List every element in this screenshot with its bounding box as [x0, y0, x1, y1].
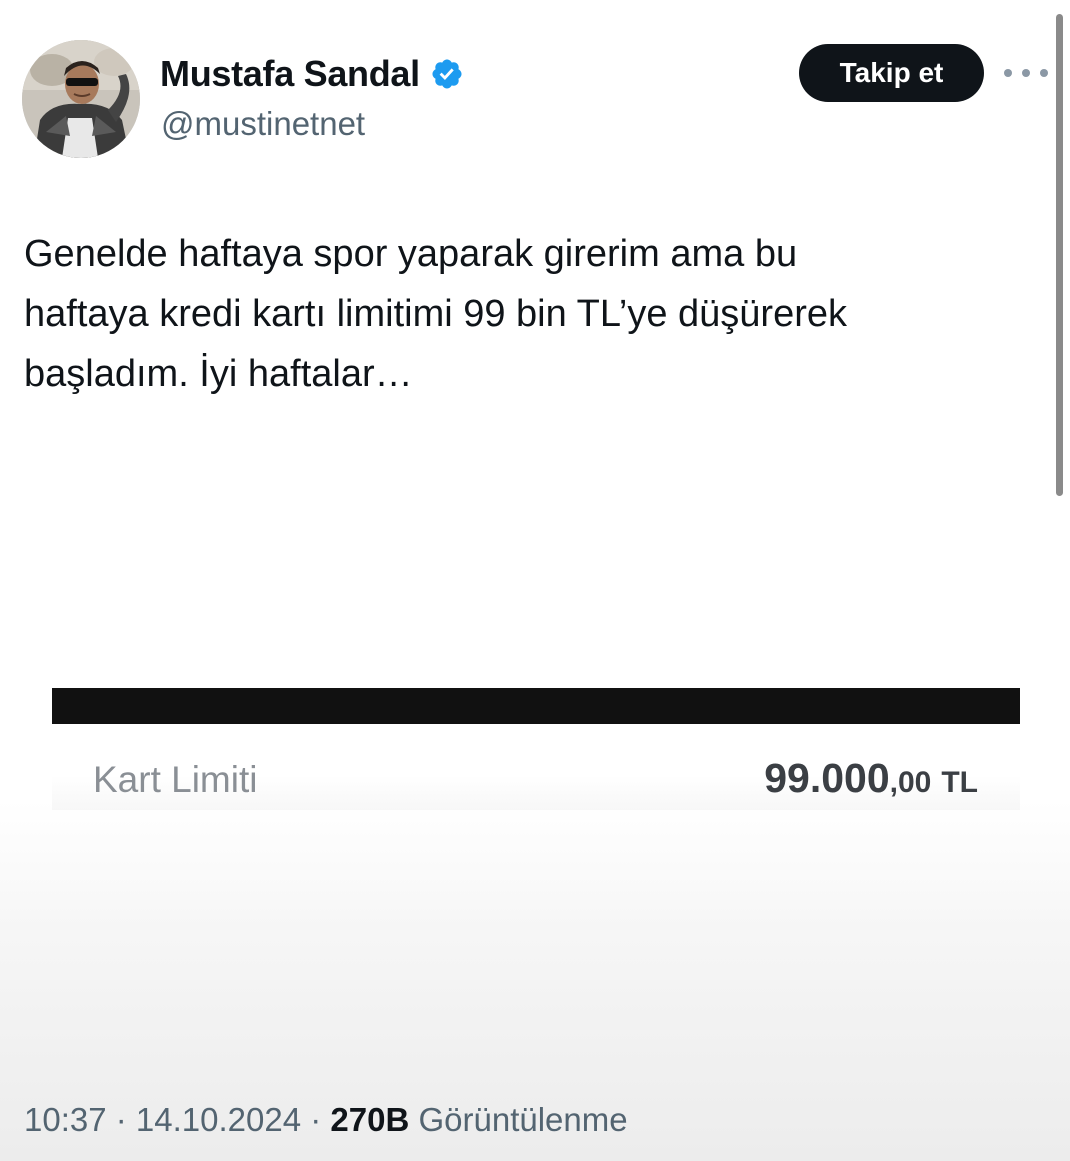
amount-currency: TL — [941, 766, 978, 799]
tweet-meta: 10:37 · 14.10.2024 · 270B Görüntülenme — [24, 1098, 628, 1142]
views-count: 270B — [330, 1101, 410, 1138]
more-dot — [1004, 69, 1012, 77]
meta-separator: · — [106, 1101, 136, 1138]
tweet-text: Genelde haftaya spor yaparak girerim ama… — [24, 233, 847, 395]
author-name-row[interactable]: Mustafa Sandal — [160, 52, 464, 96]
card-body: Kart Limiti 99.000,00 TL — [52, 724, 1020, 810]
author-handle[interactable]: @mustinetnet — [161, 102, 365, 146]
follow-button[interactable]: Takip et — [799, 44, 984, 102]
card-limit-amount: 99.000,00 TL — [764, 756, 978, 810]
avatar[interactable] — [22, 40, 140, 158]
tweet-date[interactable]: 14.10.2024 — [136, 1101, 301, 1138]
amount-cents: ,00 — [889, 766, 932, 799]
tweet-time[interactable]: 10:37 — [24, 1101, 107, 1138]
tweet-media-card[interactable]: Kart Limiti 99.000,00 TL — [52, 688, 1020, 810]
more-horizontal-icon[interactable] — [1004, 66, 1048, 80]
card-limit-label: Kart Limiti — [93, 759, 258, 800]
scrollbar[interactable] — [1056, 14, 1063, 496]
amount-main: 99.000 — [764, 755, 890, 801]
author-display-name[interactable]: Mustafa Sandal — [160, 52, 420, 96]
card-header-bar — [52, 688, 1020, 724]
more-dot — [1040, 69, 1048, 77]
views-label: Görüntülenme — [409, 1101, 628, 1138]
verified-badge-icon — [430, 57, 464, 91]
meta-separator: · — [301, 1101, 331, 1138]
profile-photo — [22, 40, 140, 158]
more-dot — [1022, 69, 1030, 77]
